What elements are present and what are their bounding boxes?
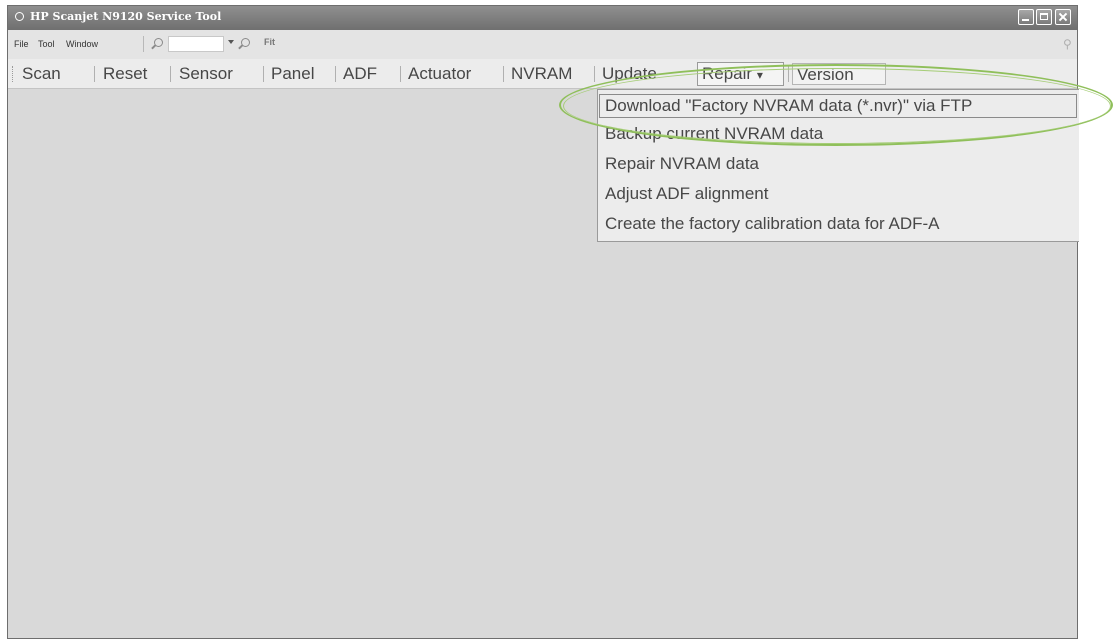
chevron-down-icon: ▾ bbox=[756, 68, 763, 82]
menu-bar: File Tool Window Fit ⚲ bbox=[8, 30, 1077, 59]
actuator-button[interactable]: Actuator bbox=[404, 63, 475, 85]
sensor-button[interactable]: Sensor bbox=[175, 63, 237, 85]
toolbar-separator bbox=[788, 66, 789, 82]
menu-item-create-calibration-adf-a[interactable]: Create the factory calibration data for … bbox=[605, 214, 940, 234]
menu-tool[interactable]: Tool bbox=[38, 39, 55, 49]
maximize-button[interactable] bbox=[1036, 9, 1052, 25]
zoom-dropdown-arrow-icon[interactable] bbox=[228, 40, 234, 44]
menu-item-backup-nvram[interactable]: Backup current NVRAM data bbox=[605, 124, 823, 144]
zoom-in-magnifier-icon[interactable] bbox=[241, 38, 250, 47]
app-icon[interactable] bbox=[15, 12, 24, 21]
repair-menu-button[interactable]: Repair ▾ bbox=[697, 62, 784, 86]
toolbar-separator bbox=[335, 66, 336, 82]
menu-item-repair-nvram[interactable]: Repair NVRAM data bbox=[605, 154, 759, 174]
title-bar[interactable]: HP Scanjet N9120 Service Tool bbox=[8, 6, 1077, 30]
pin-icon[interactable]: ⚲ bbox=[1063, 37, 1072, 51]
close-button[interactable] bbox=[1055, 9, 1071, 25]
minimize-button[interactable] bbox=[1018, 9, 1034, 25]
menu-window[interactable]: Window bbox=[66, 39, 98, 49]
menu-file[interactable]: File bbox=[14, 39, 29, 49]
repair-dropdown-menu: Download "Factory NVRAM data (*.nvr)" vi… bbox=[597, 89, 1079, 242]
toolbar-grip[interactable] bbox=[12, 66, 14, 82]
window-title: HP Scanjet N9120 Service Tool bbox=[30, 10, 222, 23]
menu-item-adjust-adf-alignment[interactable]: Adjust ADF alignment bbox=[605, 184, 768, 204]
toolbar-separator bbox=[400, 66, 401, 82]
zoom-input[interactable] bbox=[168, 36, 224, 52]
nvram-button[interactable]: NVRAM bbox=[507, 63, 576, 85]
scan-button[interactable]: Scan bbox=[18, 63, 65, 85]
reset-button[interactable]: Reset bbox=[99, 63, 151, 85]
panel-button[interactable]: Panel bbox=[267, 63, 318, 85]
toolbar-separator bbox=[94, 66, 95, 82]
toolbar-separator bbox=[170, 66, 171, 82]
menu-item-download-factory-nvram[interactable]: Download "Factory NVRAM data (*.nvr)" vi… bbox=[599, 94, 1077, 118]
update-button[interactable]: Update bbox=[598, 63, 661, 85]
version-button[interactable]: Version bbox=[792, 63, 886, 85]
fit-to-page-icon[interactable]: Fit bbox=[264, 37, 275, 47]
toolbar-separator bbox=[263, 66, 264, 82]
toolbar-separator bbox=[503, 66, 504, 82]
menu-separator bbox=[143, 36, 144, 52]
toolbar-separator bbox=[594, 66, 595, 82]
repair-label: Repair bbox=[702, 64, 753, 83]
zoom-out-magnifier-icon[interactable] bbox=[154, 38, 163, 47]
app-window: HP Scanjet N9120 Service Tool File Tool … bbox=[7, 5, 1079, 639]
adf-button[interactable]: ADF bbox=[339, 63, 381, 85]
function-toolbar: Scan Reset Sensor Panel ADF Actuator NVR… bbox=[8, 59, 1077, 89]
